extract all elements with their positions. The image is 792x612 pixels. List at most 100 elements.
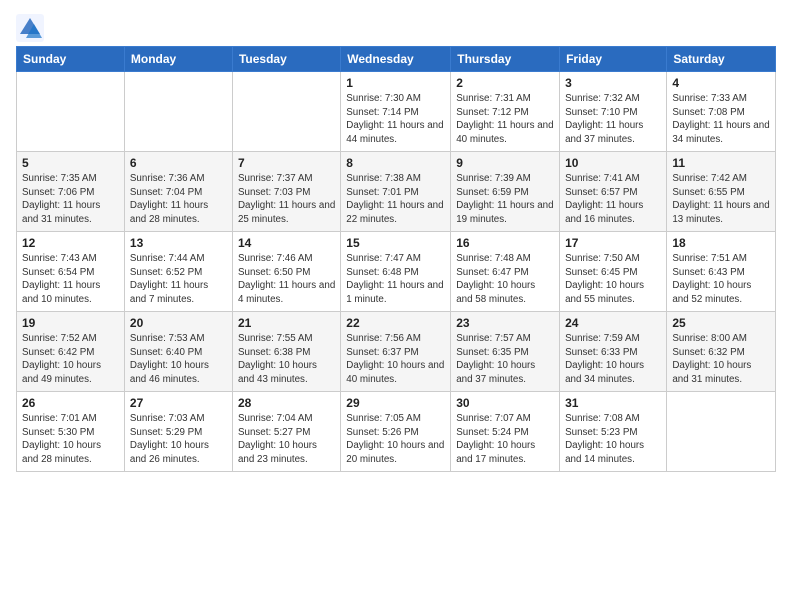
calendar-week-row: 26 Sunrise: 7:01 AM Sunset: 5:30 PM Dayli… bbox=[17, 392, 776, 472]
day-info: Sunrise: 7:43 AM Sunset: 6:54 PM Dayligh… bbox=[22, 252, 119, 307]
day-info: Sunrise: 8:00 AM Sunset: 6:32 PM Dayligh… bbox=[672, 332, 770, 387]
page-container: SundayMondayTuesdayWednesdayThursdayFrid… bbox=[0, 0, 792, 480]
day-number: 17 bbox=[565, 236, 661, 250]
day-number: 7 bbox=[238, 156, 335, 170]
day-number: 1 bbox=[346, 76, 445, 90]
logo-icon bbox=[16, 14, 44, 42]
day-info: Sunrise: 7:39 AM Sunset: 6:59 PM Dayligh… bbox=[456, 172, 554, 227]
calendar-cell bbox=[667, 392, 776, 472]
weekday-header-saturday: Saturday bbox=[667, 47, 776, 72]
day-number: 20 bbox=[130, 316, 227, 330]
day-info: Sunrise: 7:44 AM Sunset: 6:52 PM Dayligh… bbox=[130, 252, 227, 307]
day-info: Sunrise: 7:59 AM Sunset: 6:33 PM Dayligh… bbox=[565, 332, 661, 387]
calendar-cell: 19 Sunrise: 7:52 AM Sunset: 6:42 PM Dayli… bbox=[17, 312, 125, 392]
day-number: 10 bbox=[565, 156, 661, 170]
day-number: 31 bbox=[565, 396, 661, 410]
day-number: 4 bbox=[672, 76, 770, 90]
calendar-cell: 29 Sunrise: 7:05 AM Sunset: 5:26 PM Dayli… bbox=[341, 392, 451, 472]
day-info: Sunrise: 7:35 AM Sunset: 7:06 PM Dayligh… bbox=[22, 172, 119, 227]
calendar-cell bbox=[17, 72, 125, 152]
calendar-cell: 18 Sunrise: 7:51 AM Sunset: 6:43 PM Dayli… bbox=[667, 232, 776, 312]
day-info: Sunrise: 7:08 AM Sunset: 5:23 PM Dayligh… bbox=[565, 412, 661, 467]
weekday-header-thursday: Thursday bbox=[451, 47, 560, 72]
day-number: 26 bbox=[22, 396, 119, 410]
day-info: Sunrise: 7:52 AM Sunset: 6:42 PM Dayligh… bbox=[22, 332, 119, 387]
day-info: Sunrise: 7:42 AM Sunset: 6:55 PM Dayligh… bbox=[672, 172, 770, 227]
day-number: 5 bbox=[22, 156, 119, 170]
day-info: Sunrise: 7:33 AM Sunset: 7:08 PM Dayligh… bbox=[672, 92, 770, 147]
day-info: Sunrise: 7:07 AM Sunset: 5:24 PM Dayligh… bbox=[456, 412, 554, 467]
day-number: 3 bbox=[565, 76, 661, 90]
calendar-week-row: 1 Sunrise: 7:30 AM Sunset: 7:14 PM Daylig… bbox=[17, 72, 776, 152]
day-info: Sunrise: 7:47 AM Sunset: 6:48 PM Dayligh… bbox=[346, 252, 445, 307]
calendar-cell: 23 Sunrise: 7:57 AM Sunset: 6:35 PM Dayli… bbox=[451, 312, 560, 392]
weekday-header-sunday: Sunday bbox=[17, 47, 125, 72]
calendar-cell: 27Sunrise: 7:03 AM Sunset: 5:29 PM Dayli… bbox=[124, 392, 232, 472]
calendar-cell bbox=[124, 72, 232, 152]
day-number: 19 bbox=[22, 316, 119, 330]
calendar-cell: 17 Sunrise: 7:50 AM Sunset: 6:45 PM Dayli… bbox=[560, 232, 667, 312]
calendar-cell: 9Sunrise: 7:39 AM Sunset: 6:59 PM Daylig… bbox=[451, 152, 560, 232]
calendar-cell: 21 Sunrise: 7:55 AM Sunset: 6:38 PM Dayli… bbox=[232, 312, 340, 392]
calendar-cell: 5 Sunrise: 7:35 AM Sunset: 7:06 PM Daylig… bbox=[17, 152, 125, 232]
day-info: Sunrise: 7:01 AM Sunset: 5:30 PM Dayligh… bbox=[22, 412, 119, 467]
day-number: 16 bbox=[456, 236, 554, 250]
calendar-cell: 8 Sunrise: 7:38 AM Sunset: 7:01 PM Daylig… bbox=[341, 152, 451, 232]
calendar-cell: 10Sunrise: 7:41 AM Sunset: 6:57 PM Dayli… bbox=[560, 152, 667, 232]
day-info: Sunrise: 7:05 AM Sunset: 5:26 PM Dayligh… bbox=[346, 412, 445, 467]
day-number: 13 bbox=[130, 236, 227, 250]
calendar-cell: 26 Sunrise: 7:01 AM Sunset: 5:30 PM Dayli… bbox=[17, 392, 125, 472]
header bbox=[16, 10, 776, 42]
day-number: 6 bbox=[130, 156, 227, 170]
day-info: Sunrise: 7:56 AM Sunset: 6:37 PM Dayligh… bbox=[346, 332, 445, 387]
day-number: 25 bbox=[672, 316, 770, 330]
calendar-cell: 28 Sunrise: 7:04 AM Sunset: 5:27 PM Dayli… bbox=[232, 392, 340, 472]
day-number: 14 bbox=[238, 236, 335, 250]
calendar-cell: 12Sunrise: 7:43 AM Sunset: 6:54 PM Dayli… bbox=[17, 232, 125, 312]
calendar-table: SundayMondayTuesdayWednesdayThursdayFrid… bbox=[16, 46, 776, 472]
calendar-cell: 25 Sunrise: 8:00 AM Sunset: 6:32 PM Dayli… bbox=[667, 312, 776, 392]
day-info: Sunrise: 7:55 AM Sunset: 6:38 PM Dayligh… bbox=[238, 332, 335, 387]
day-info: Sunrise: 7:37 AM Sunset: 7:03 PM Dayligh… bbox=[238, 172, 335, 227]
day-number: 11 bbox=[672, 156, 770, 170]
calendar-week-row: 5 Sunrise: 7:35 AM Sunset: 7:06 PM Daylig… bbox=[17, 152, 776, 232]
calendar-cell bbox=[232, 72, 340, 152]
day-number: 22 bbox=[346, 316, 445, 330]
day-info: Sunrise: 7:50 AM Sunset: 6:45 PM Dayligh… bbox=[565, 252, 661, 307]
calendar-cell: 16 Sunrise: 7:48 AM Sunset: 6:47 PM Dayli… bbox=[451, 232, 560, 312]
day-number: 24 bbox=[565, 316, 661, 330]
day-info: Sunrise: 7:51 AM Sunset: 6:43 PM Dayligh… bbox=[672, 252, 770, 307]
day-info: Sunrise: 7:46 AM Sunset: 6:50 PM Dayligh… bbox=[238, 252, 335, 307]
day-number: 15 bbox=[346, 236, 445, 250]
calendar-cell: 4 Sunrise: 7:33 AM Sunset: 7:08 PM Daylig… bbox=[667, 72, 776, 152]
weekday-header-row: SundayMondayTuesdayWednesdayThursdayFrid… bbox=[17, 47, 776, 72]
calendar-cell: 3Sunrise: 7:32 AM Sunset: 7:10 PM Daylig… bbox=[560, 72, 667, 152]
day-info: Sunrise: 7:04 AM Sunset: 5:27 PM Dayligh… bbox=[238, 412, 335, 467]
day-number: 27 bbox=[130, 396, 227, 410]
day-number: 21 bbox=[238, 316, 335, 330]
calendar-week-row: 19 Sunrise: 7:52 AM Sunset: 6:42 PM Dayli… bbox=[17, 312, 776, 392]
logo bbox=[16, 14, 48, 42]
calendar-cell: 1 Sunrise: 7:30 AM Sunset: 7:14 PM Daylig… bbox=[341, 72, 451, 152]
day-number: 8 bbox=[346, 156, 445, 170]
calendar-cell: 6Sunrise: 7:36 AM Sunset: 7:04 PM Daylig… bbox=[124, 152, 232, 232]
calendar-cell: 22 Sunrise: 7:56 AM Sunset: 6:37 PM Dayli… bbox=[341, 312, 451, 392]
day-number: 23 bbox=[456, 316, 554, 330]
day-number: 28 bbox=[238, 396, 335, 410]
calendar-cell: 15 Sunrise: 7:47 AM Sunset: 6:48 PM Dayli… bbox=[341, 232, 451, 312]
weekday-header-monday: Monday bbox=[124, 47, 232, 72]
calendar-cell: 2Sunrise: 7:31 AM Sunset: 7:12 PM Daylig… bbox=[451, 72, 560, 152]
weekday-header-tuesday: Tuesday bbox=[232, 47, 340, 72]
day-info: Sunrise: 7:57 AM Sunset: 6:35 PM Dayligh… bbox=[456, 332, 554, 387]
day-number: 29 bbox=[346, 396, 445, 410]
calendar-cell: 13 Sunrise: 7:44 AM Sunset: 6:52 PM Dayli… bbox=[124, 232, 232, 312]
day-number: 18 bbox=[672, 236, 770, 250]
day-info: Sunrise: 7:48 AM Sunset: 6:47 PM Dayligh… bbox=[456, 252, 554, 307]
calendar-cell: 31 Sunrise: 7:08 AM Sunset: 5:23 PM Dayli… bbox=[560, 392, 667, 472]
weekday-header-friday: Friday bbox=[560, 47, 667, 72]
calendar-cell: 7 Sunrise: 7:37 AM Sunset: 7:03 PM Daylig… bbox=[232, 152, 340, 232]
calendar-cell: 30Sunrise: 7:07 AM Sunset: 5:24 PM Dayli… bbox=[451, 392, 560, 472]
day-info: Sunrise: 7:38 AM Sunset: 7:01 PM Dayligh… bbox=[346, 172, 445, 227]
day-info: Sunrise: 7:30 AM Sunset: 7:14 PM Dayligh… bbox=[346, 92, 445, 147]
calendar-cell: 11 Sunrise: 7:42 AM Sunset: 6:55 PM Dayli… bbox=[667, 152, 776, 232]
